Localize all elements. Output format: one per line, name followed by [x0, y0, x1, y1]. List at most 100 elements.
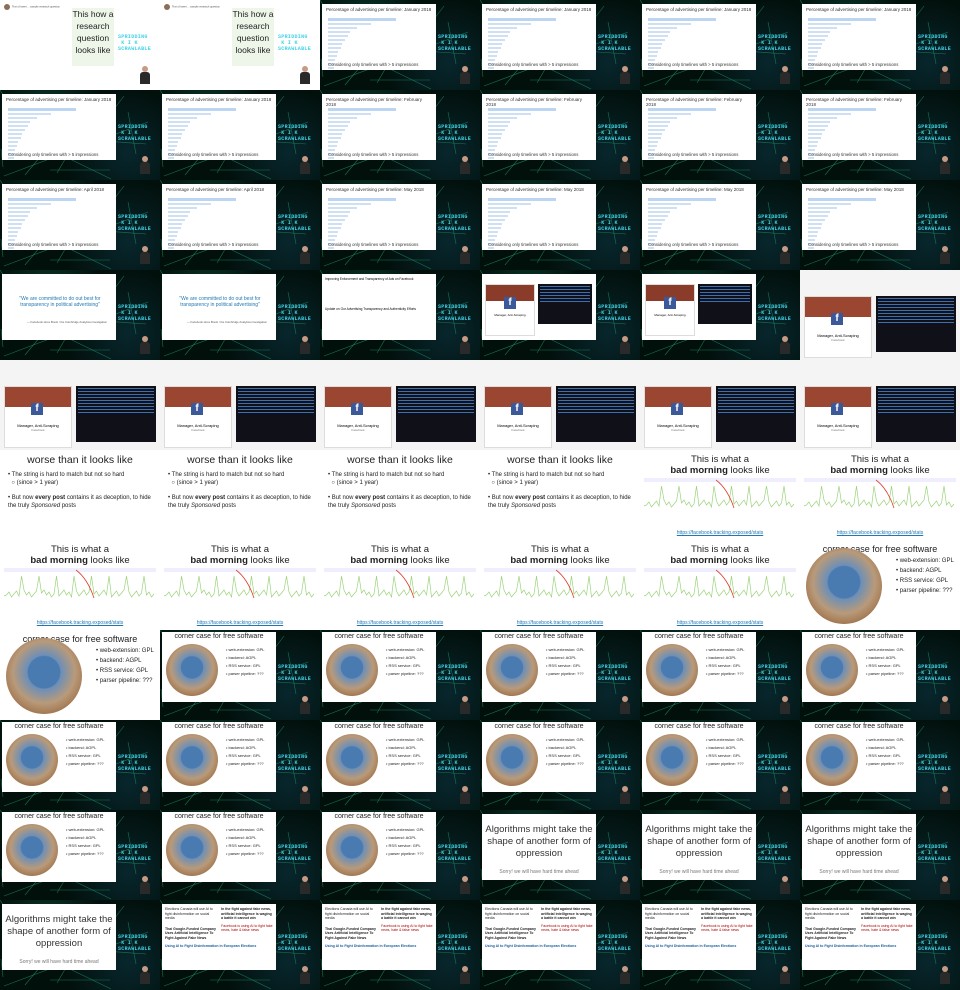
- list-item: • RSS service: GPL: [226, 753, 261, 758]
- video-frame-bad: This is what a bad morning looks like htt…: [0, 540, 160, 630]
- slide-title: corner case for free software: [814, 723, 904, 730]
- conference-logo: SPRIDDING K I K SCRAWLABLE: [278, 664, 312, 682]
- fb-sub: Facebook: [671, 428, 685, 432]
- headline: Elections Canada will use AI to fight di…: [325, 907, 373, 920]
- headline: Elections Canada will use AI to fight di…: [805, 907, 853, 920]
- conference-logo: SPRIDDING K I K SCRAWLABLE: [758, 304, 792, 322]
- slide-footer: Considering only timelines with > 5 impr…: [808, 242, 899, 247]
- slide-corner-case: corner case for free software • web-exte…: [162, 722, 276, 792]
- conference-logo: SPRIDDING K I K SCRAWLABLE: [758, 214, 792, 232]
- bullet: • The string is hard to match but not so…: [328, 472, 445, 486]
- headline: Thai Google-Funded Company Uses Artifici…: [325, 926, 376, 940]
- list-item: • web-extension: GPL: [546, 737, 585, 742]
- video-frame-cornerFull: corner case for free software • web-exte…: [800, 540, 960, 630]
- slide-title: corner case for free software: [174, 813, 264, 820]
- video-frame-corner: corner case for free software • web-exte…: [320, 720, 480, 810]
- fb-sub: Facebook: [831, 338, 845, 342]
- slide-title: This is what a bad morning looks like: [670, 544, 770, 566]
- conference-logo: SPRIDDING K I K SCRAWLABLE: [918, 754, 952, 772]
- bullet-list: • web-extension: GPL • backend: AGPL • RSS…: [226, 826, 265, 858]
- slide-corner-case: corner case for free software • web-exte…: [800, 540, 960, 630]
- stats-link[interactable]: https://facebook.tracking.exposed/stats: [0, 620, 160, 626]
- list-item: • parser pipeline: ???: [386, 851, 424, 856]
- speaker-figure: [460, 696, 470, 714]
- conference-logo: SPRIDDING K I K SCRAWLABLE: [438, 664, 472, 682]
- slide-title: worse than it looks like: [27, 454, 133, 466]
- conference-logo: SPRIDDING K I K SCRAWLABLE: [598, 124, 632, 142]
- slide-ads-chart: Percentage of advertising per timeline: …: [162, 94, 276, 160]
- stats-link[interactable]: https://facebook.tracking.exposed/stats: [640, 620, 800, 626]
- slide-bad-morning: This is what a bad morning looks like htt…: [160, 540, 320, 630]
- fb-card: f Manager, Anti-Scraping Facebook: [164, 386, 232, 448]
- fb-label: Manager, Anti-Scraping: [654, 313, 686, 317]
- speaker-figure: [300, 336, 310, 354]
- speaker-figure: [780, 696, 790, 714]
- facebook-icon: f: [831, 313, 843, 325]
- list-item: • backend: AGPL: [896, 568, 942, 574]
- slide-bad-morning: This is what a bad morning looks like htt…: [640, 540, 800, 630]
- video-frame-corner: corner case for free software • web-exte…: [640, 720, 800, 810]
- video-frame-jan: Percentage of advertising per timeline: …: [480, 0, 640, 90]
- headline: Thai Google-Funded Company Uses Artifici…: [805, 926, 856, 940]
- list-item: • parser pipeline: ???: [96, 678, 153, 684]
- fb-card: f Manager, Anti-Scraping: [645, 284, 695, 336]
- video-frame-feb: Percentage of advertising per timeline: …: [480, 90, 640, 180]
- headline: Facebook is using AI to fight fake news,…: [541, 923, 593, 933]
- video-frame-bad: This is what a bad morning looks like htt…: [160, 540, 320, 630]
- slide-title: This is what a bad morning looks like: [30, 544, 130, 566]
- bullet: • The string is hard to match but not so…: [8, 472, 125, 486]
- headline: Using AI to Fight Disinformation in Euro…: [485, 944, 577, 948]
- speaker-figure: [140, 786, 150, 804]
- video-frame-corner: corner case for free software • web-exte…: [320, 630, 480, 720]
- list-item: • backend: AGPL: [706, 745, 737, 750]
- list-item: • backend: AGPL: [866, 745, 897, 750]
- facebook-icon: f: [831, 403, 843, 415]
- speaker-figure: [460, 66, 470, 84]
- list-item: • web-extension: GPL: [96, 648, 154, 654]
- facebook-icon: f: [351, 403, 363, 415]
- slide-title: corner case for free software: [494, 723, 584, 730]
- slide-corner-case: corner case for free software • web-exte…: [642, 632, 756, 702]
- slide-corner-case: corner case for free software • web-exte…: [482, 632, 596, 702]
- slide-bad-morning: This is what a bad morning looks like htt…: [0, 540, 160, 630]
- speaker-figure: [620, 246, 630, 264]
- list-item: • backend: AGPL: [546, 745, 577, 750]
- headline: Thai Google-Funded Company Uses Artifici…: [165, 926, 216, 940]
- stats-link[interactable]: https://facebook.tracking.exposed/stats: [160, 620, 320, 626]
- bullet-list: • web-extension: GPL • backend: AGPL • RSS…: [66, 736, 105, 768]
- planet-image: [806, 548, 882, 624]
- slide-facebook-profile: f Manager, Anti-Scraping: [482, 274, 596, 340]
- list-item: • backend: AGPL: [66, 835, 97, 840]
- speaker-figure: [300, 246, 310, 264]
- speaker-figure: [620, 876, 630, 894]
- slide-footer: Considering only timelines with > 5 impr…: [168, 242, 259, 247]
- conference-logo: SPRIDDING K I K SCRAWLABLE: [758, 664, 792, 682]
- bullet-list: • web-extension: GPL • backend: AGPL • RSS…: [66, 826, 105, 858]
- slide-title: corner case for free software: [814, 633, 904, 640]
- slide-subtitle: Sorry! we will have hard time ahead: [19, 959, 99, 965]
- conference-logo: SPRIDDING K I K SCRAWLABLE: [918, 664, 952, 682]
- bullet: • But now every post contains it as dece…: [8, 495, 151, 509]
- speaker-figure: [940, 66, 950, 84]
- stats-link[interactable]: https://facebook.tracking.exposed/stats: [480, 620, 640, 626]
- bullet-sub: (since > 1 year): [176, 479, 219, 486]
- speaker-figure: [300, 966, 310, 984]
- stats-link[interactable]: https://facebook.tracking.exposed/stats: [320, 620, 480, 626]
- headline: Facebook is using AI to fight fake news,…: [381, 923, 433, 933]
- slide-title: worse than it looks like: [507, 454, 613, 466]
- planet-image: [806, 734, 858, 786]
- slide-title: Percentage of advertising per timeline: …: [326, 7, 432, 12]
- tweet-card: Text of tweet ... sample research questi…: [164, 4, 226, 10]
- speaker-figure: [300, 156, 310, 174]
- planet-image: [486, 644, 538, 696]
- stats-link[interactable]: https://facebook.tracking.exposed/stats: [640, 530, 800, 536]
- sparkline-chart: [164, 568, 316, 599]
- slide-title: Percentage of advertising per timeline: …: [646, 7, 752, 12]
- video-frame-corner: corner case for free software • web-exte…: [160, 810, 320, 900]
- stats-link[interactable]: https://facebook.tracking.exposed/stats: [800, 530, 960, 536]
- video-frame-may: Percentage of advertising per timeline: …: [480, 180, 640, 270]
- slide-ads-chart: Percentage of advertising per timeline: …: [482, 94, 596, 160]
- video-frame-bad: This is what a bad morning looks like htt…: [640, 540, 800, 630]
- tweet-card: Text of tweet ... sample research questi…: [4, 4, 66, 10]
- conference-logo: SPRIDDING K I K SCRAWLABLE: [758, 844, 792, 862]
